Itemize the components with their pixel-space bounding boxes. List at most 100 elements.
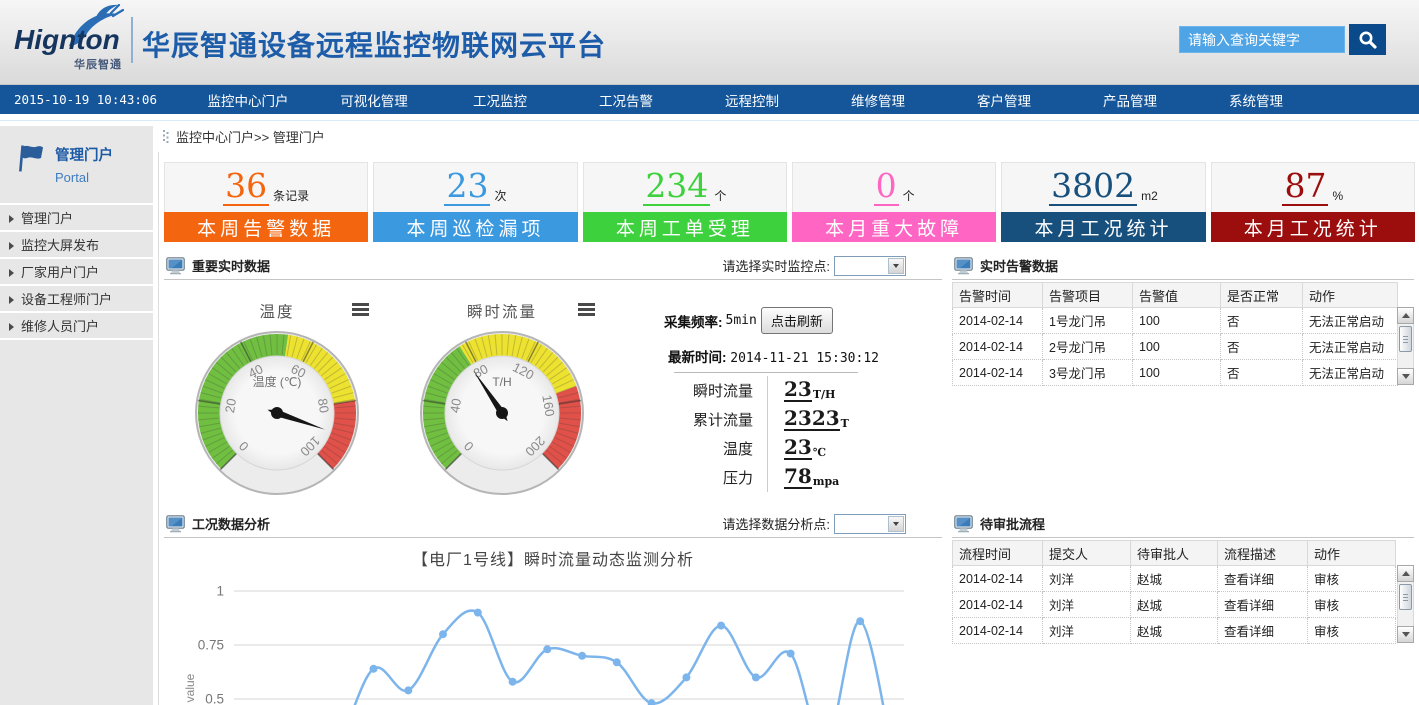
approval-panel-header: 待审批流程 <box>952 510 1414 538</box>
approval-cell-1-4[interactable]: 审核 <box>1308 592 1396 618</box>
realtime-panel-header: 重要实时数据 请选择实时监控点: <box>164 252 942 280</box>
nav-item-7[interactable]: 产品管理 <box>1067 90 1193 110</box>
scroll-track[interactable] <box>1397 582 1414 626</box>
chart-point-2[interactable] <box>370 665 378 673</box>
stat-card-0: 36条记录本周告警数据 <box>164 162 368 242</box>
alarm-cell-1-0: 2014-02-14 <box>953 334 1043 360</box>
alarm-cell-1-4: 无法正常启动 <box>1303 334 1398 360</box>
chart-point-10[interactable] <box>648 699 656 705</box>
approval-row-1: 2014-02-14刘洋赵城查看详细审核 <box>953 592 1396 618</box>
chart-point-5[interactable] <box>474 609 482 617</box>
title-divider <box>131 17 133 63</box>
nav-item-0[interactable]: 监控中心门户 <box>185 90 311 110</box>
scroll-up-button[interactable] <box>1397 565 1414 582</box>
nav-item-8[interactable]: 系统管理 <box>1193 90 1319 110</box>
stat-card-value[interactable]: 3802 <box>1049 169 1137 206</box>
monitor-point-select[interactable] <box>834 256 906 276</box>
approval-panel-title: 待审批流程 <box>980 514 1045 533</box>
stat-card-label: 本周巡检漏项 <box>373 212 577 242</box>
portal-subtitle: Portal <box>55 170 113 185</box>
stat-card-value[interactable]: 87 <box>1282 169 1328 206</box>
nav-item-5[interactable]: 维修管理 <box>815 90 941 110</box>
scroll-thumb[interactable] <box>1399 584 1412 610</box>
approval-cell-2-3[interactable]: 查看详细 <box>1218 618 1308 644</box>
refresh-button[interactable]: 点击刷新 <box>761 307 833 334</box>
sidebar-item-3[interactable]: 设备工程师门户 <box>0 286 153 313</box>
approval-cell-2-4[interactable]: 审核 <box>1308 618 1396 644</box>
reading-unit: ℃ <box>813 446 826 459</box>
sidebar-menu: 管理门户监控大屏发布厂家用户门户设备工程师门户维修人员门户 <box>0 203 153 340</box>
stat-card-label: 本月工况统计 <box>1211 212 1415 242</box>
approval-cell-0-3[interactable]: 查看详细 <box>1218 566 1308 592</box>
scroll-track[interactable] <box>1397 324 1414 368</box>
chevron-down-icon[interactable] <box>888 516 904 532</box>
approval-table-scrollbar[interactable] <box>1397 565 1414 643</box>
svg-text:1: 1 <box>216 584 224 599</box>
approval-cell-0-4[interactable]: 审核 <box>1308 566 1396 592</box>
reading-label: 压力 <box>660 463 768 492</box>
frequency-value: 5min <box>726 313 757 328</box>
scroll-up-icon <box>1402 571 1410 576</box>
page: Hignton 华辰智通 华辰智通设备远程监控物联网云平台 2015-10-19… <box>0 0 1419 705</box>
temperature-gauge: 020406080100温度 (℃) <box>192 328 362 498</box>
analysis-panel: 工况数据分析 请选择数据分析点: 【电厂1号线】瞬时流量动态监测分析 10.75… <box>164 510 942 705</box>
portal-header[interactable]: 管理门户 Portal <box>0 126 153 185</box>
stat-card-value[interactable]: 0 <box>874 169 899 206</box>
chart-point-14[interactable] <box>787 650 795 658</box>
reading-unit: mpa <box>813 475 839 488</box>
approval-cell-1-3[interactable]: 查看详细 <box>1218 592 1308 618</box>
scroll-down-icon <box>1402 374 1410 379</box>
analysis-point-select[interactable] <box>834 514 906 534</box>
alarm-panel-header: 实时告警数据 <box>952 252 1414 280</box>
logo[interactable]: Hignton 华辰智通 <box>14 6 132 78</box>
sidebar-item-0[interactable]: 管理门户 <box>0 205 153 232</box>
nav-item-6[interactable]: 客户管理 <box>941 90 1067 110</box>
chart-title: 【电厂1号线】瞬时流量动态监测分析 <box>164 546 942 570</box>
navbar-timestamp: 2015-10-19 10:43:06 <box>0 92 185 107</box>
chart-point-3[interactable] <box>404 686 412 694</box>
chart-point-16[interactable] <box>856 617 864 625</box>
chevron-down-icon[interactable] <box>888 258 904 274</box>
scroll-thumb[interactable] <box>1399 326 1412 352</box>
reading-value: 2323 <box>784 408 840 431</box>
search-input[interactable] <box>1179 26 1345 53</box>
stat-card-value[interactable]: 23 <box>444 169 490 206</box>
scroll-down-button[interactable] <box>1397 626 1414 643</box>
stat-card-value[interactable]: 36 <box>223 169 269 206</box>
approval-row-0: 2014-02-14刘洋赵城查看详细审核 <box>953 566 1396 592</box>
scroll-up-button[interactable] <box>1397 307 1414 324</box>
chart-point-7[interactable] <box>543 645 551 653</box>
chart-point-8[interactable] <box>578 652 586 660</box>
chart-point-13[interactable] <box>752 673 760 681</box>
stat-card-value[interactable]: 234 <box>643 169 710 206</box>
flow-gauge: 04080120160200T/H <box>417 328 587 498</box>
scroll-down-button[interactable] <box>1397 368 1414 385</box>
search-button[interactable] <box>1349 24 1386 55</box>
chart-point-11[interactable] <box>682 673 690 681</box>
chart-point-6[interactable] <box>509 678 517 686</box>
latest-time-row: 最新时间: 2014-11-21 15:30:12 <box>668 346 879 366</box>
approval-col-header-4: 动作 <box>1308 541 1396 566</box>
sidebar-item-2[interactable]: 厂家用户门户 <box>0 259 153 286</box>
gauge-menu-icon[interactable] <box>352 303 369 318</box>
approval-cell-1-1: 刘洋 <box>1043 592 1131 618</box>
alarm-row-2: 2014-02-143号龙门吊100否无法正常启动 <box>953 360 1398 386</box>
sidebar-item-1[interactable]: 监控大屏发布 <box>0 232 153 259</box>
sidebar-item-4[interactable]: 维修人员门户 <box>0 313 153 340</box>
alarm-table-scrollbar[interactable] <box>1397 307 1414 385</box>
gauge-title-flow: 瞬时流量 <box>442 300 562 322</box>
sidebar: 管理门户 Portal 管理门户监控大屏发布厂家用户门户设备工程师门户维修人员门… <box>0 126 153 705</box>
stat-card-unit: 个 <box>714 187 726 204</box>
nav-item-2[interactable]: 工况监控 <box>437 90 563 110</box>
chart-point-4[interactable] <box>439 630 447 638</box>
content-top-rule <box>0 120 1419 121</box>
gauge-menu-icon[interactable] <box>578 303 595 318</box>
chart-point-12[interactable] <box>717 622 725 630</box>
nav-item-3[interactable]: 工况告警 <box>563 90 689 110</box>
approval-cell-0-1: 刘洋 <box>1043 566 1131 592</box>
chart-point-9[interactable] <box>613 658 621 666</box>
nav-item-4[interactable]: 远程控制 <box>689 90 815 110</box>
reading-label: 温度 <box>660 434 768 463</box>
nav-item-1[interactable]: 可视化管理 <box>311 90 437 110</box>
alarm-cell-0-2: 100 <box>1133 308 1221 334</box>
